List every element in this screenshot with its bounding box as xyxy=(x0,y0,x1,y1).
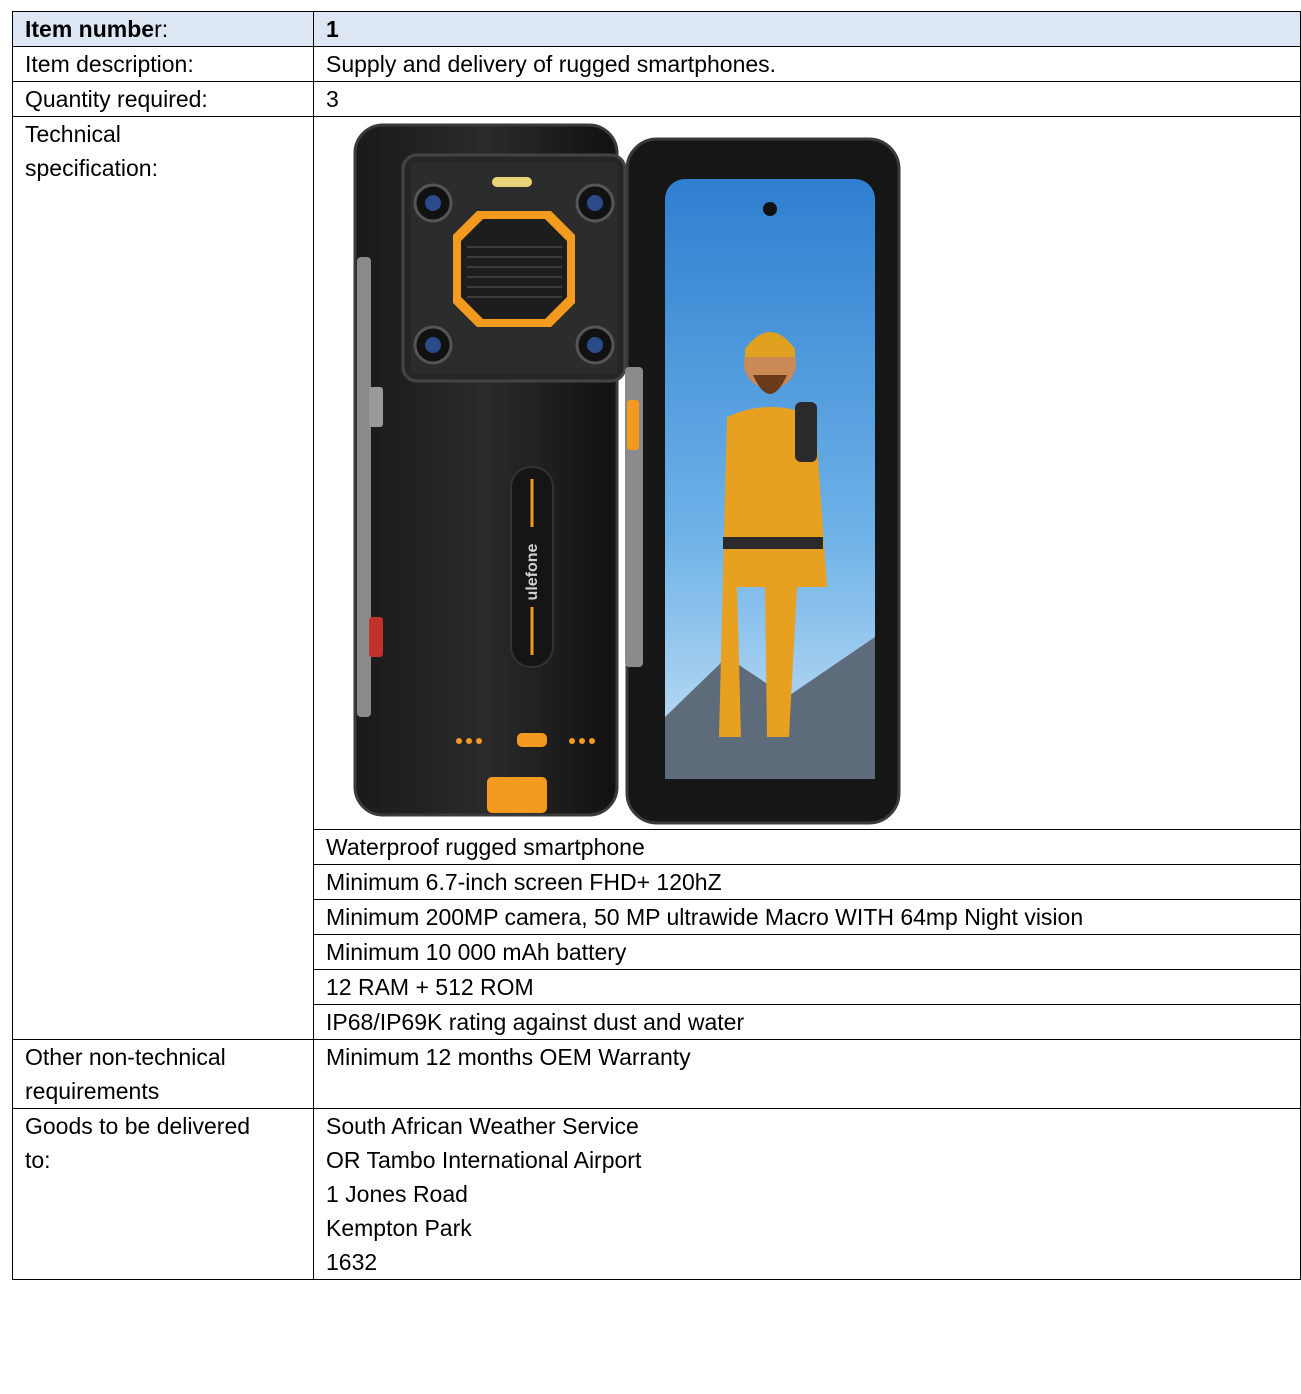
rugged-phone-image: ulefone xyxy=(327,117,910,827)
phone-front-icon xyxy=(625,137,901,825)
address-line: 1 Jones Road xyxy=(326,1181,468,1207)
row-delivery: Goods to be delivered to: South African … xyxy=(12,1108,1301,1280)
address-line: South African Weather Service xyxy=(326,1113,639,1139)
spec-item: IP68/IP69K rating against dust and water xyxy=(313,1004,1301,1040)
item-description-label: Item description: xyxy=(12,46,314,82)
spec-item: Minimum 200MP camera, 50 MP ultrawide Ma… xyxy=(313,899,1301,935)
row-item-description: Item description: Supply and delivery of… xyxy=(12,46,1301,82)
technical-spec-label: Technical specification: xyxy=(12,116,314,1040)
phone-illustration: ulefone xyxy=(327,117,910,827)
spec-item: Minimum 10 000 mAh battery xyxy=(313,934,1301,970)
specification-table: Item number: 1 Item description: Supply … xyxy=(12,11,1301,1280)
address-line: Kempton Park xyxy=(326,1215,472,1241)
item-number-label: Item number: xyxy=(12,11,314,47)
phone-back-icon: ulefone xyxy=(353,123,627,817)
quantity-label: Quantity required: xyxy=(12,81,314,117)
other-requirements-label: Other non-technical requirements xyxy=(12,1039,314,1109)
address-line: OR Tambo International Airport xyxy=(326,1147,642,1173)
delivery-label: Goods to be delivered to: xyxy=(12,1108,314,1280)
item-description-value: Supply and delivery of rugged smartphone… xyxy=(313,46,1301,82)
address-line: 1632 xyxy=(326,1249,378,1275)
item-number-value: 1 xyxy=(313,11,1301,47)
row-quantity: Quantity required: 3 xyxy=(12,81,1301,117)
spec-item: Waterproof rugged smartphone xyxy=(313,829,1301,865)
spec-item: 12 RAM + 512 ROM xyxy=(313,969,1301,1005)
other-requirements-value: Minimum 12 months OEM Warranty xyxy=(313,1039,1301,1109)
delivery-address: South African Weather Service OR Tambo I… xyxy=(313,1108,1301,1280)
row-other-requirements: Other non-technical requirements Minimum… xyxy=(12,1039,1301,1109)
quantity-value: 3 xyxy=(313,81,1301,117)
svg-text:ulefone: ulefone xyxy=(524,543,541,600)
spec-item: Minimum 6.7-inch screen FHD+ 120hZ xyxy=(313,864,1301,900)
phone-image-cell: ulefone xyxy=(313,116,1301,830)
row-technical-image: Technical specification: ulefone xyxy=(12,116,1301,1040)
row-item-number: Item number: 1 xyxy=(12,11,1301,47)
